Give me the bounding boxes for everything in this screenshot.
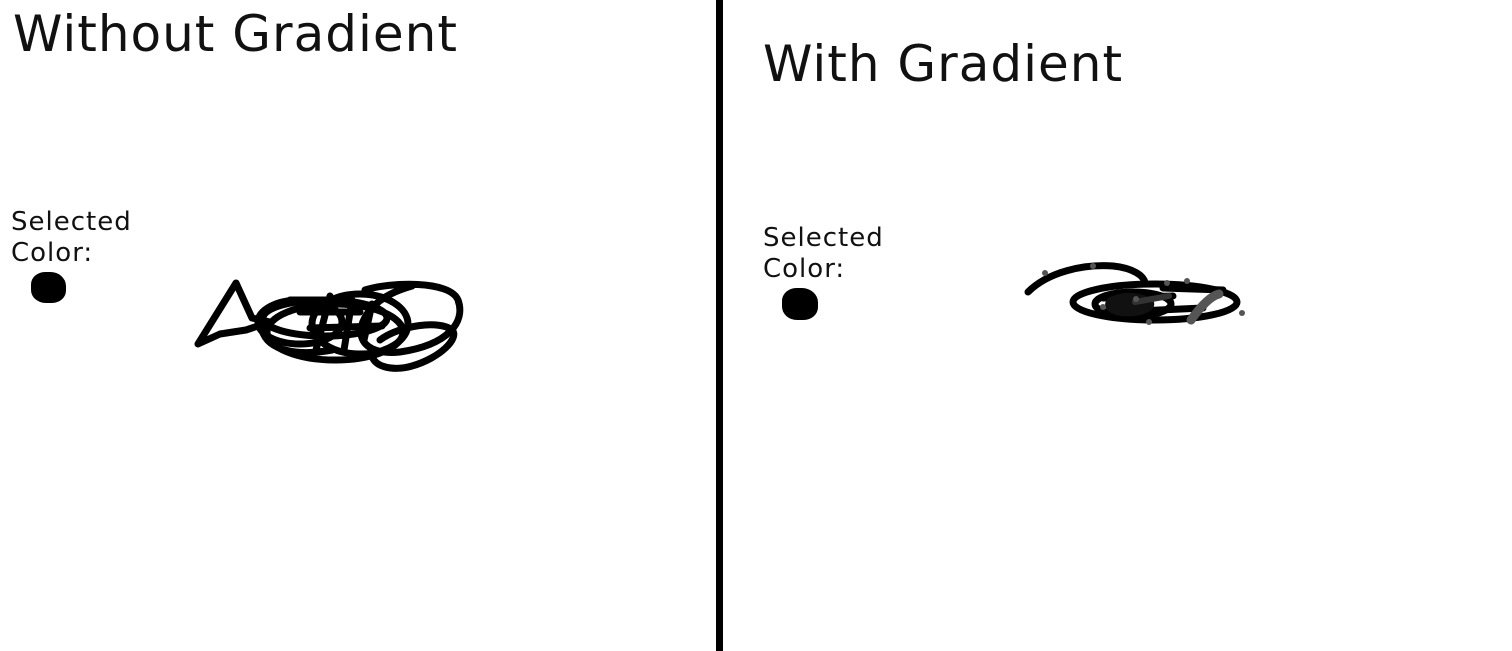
panel-divider — [716, 0, 723, 651]
drawing-canvas-with-gradient[interactable] — [723, 0, 1512, 651]
drawing-canvas-without-gradient[interactable] — [0, 0, 716, 651]
drawn-strokes — [194, 279, 464, 372]
comparison-stage: Without Gradient Selected Color: With Gr… — [0, 0, 1512, 651]
gradient-dot — [1146, 319, 1152, 325]
gradient-dot — [1164, 280, 1170, 286]
panel-without-gradient: Without Gradient Selected Color: — [0, 0, 716, 651]
gradient-dot — [1100, 304, 1106, 310]
gradient-dot — [1184, 278, 1190, 284]
gradient-dot — [1239, 310, 1245, 316]
panel-with-gradient: With Gradient Selected Color: — [723, 0, 1512, 651]
gradient-dot — [1133, 296, 1139, 302]
gradient-dot — [1042, 270, 1048, 276]
gradient-dot — [1090, 263, 1096, 269]
